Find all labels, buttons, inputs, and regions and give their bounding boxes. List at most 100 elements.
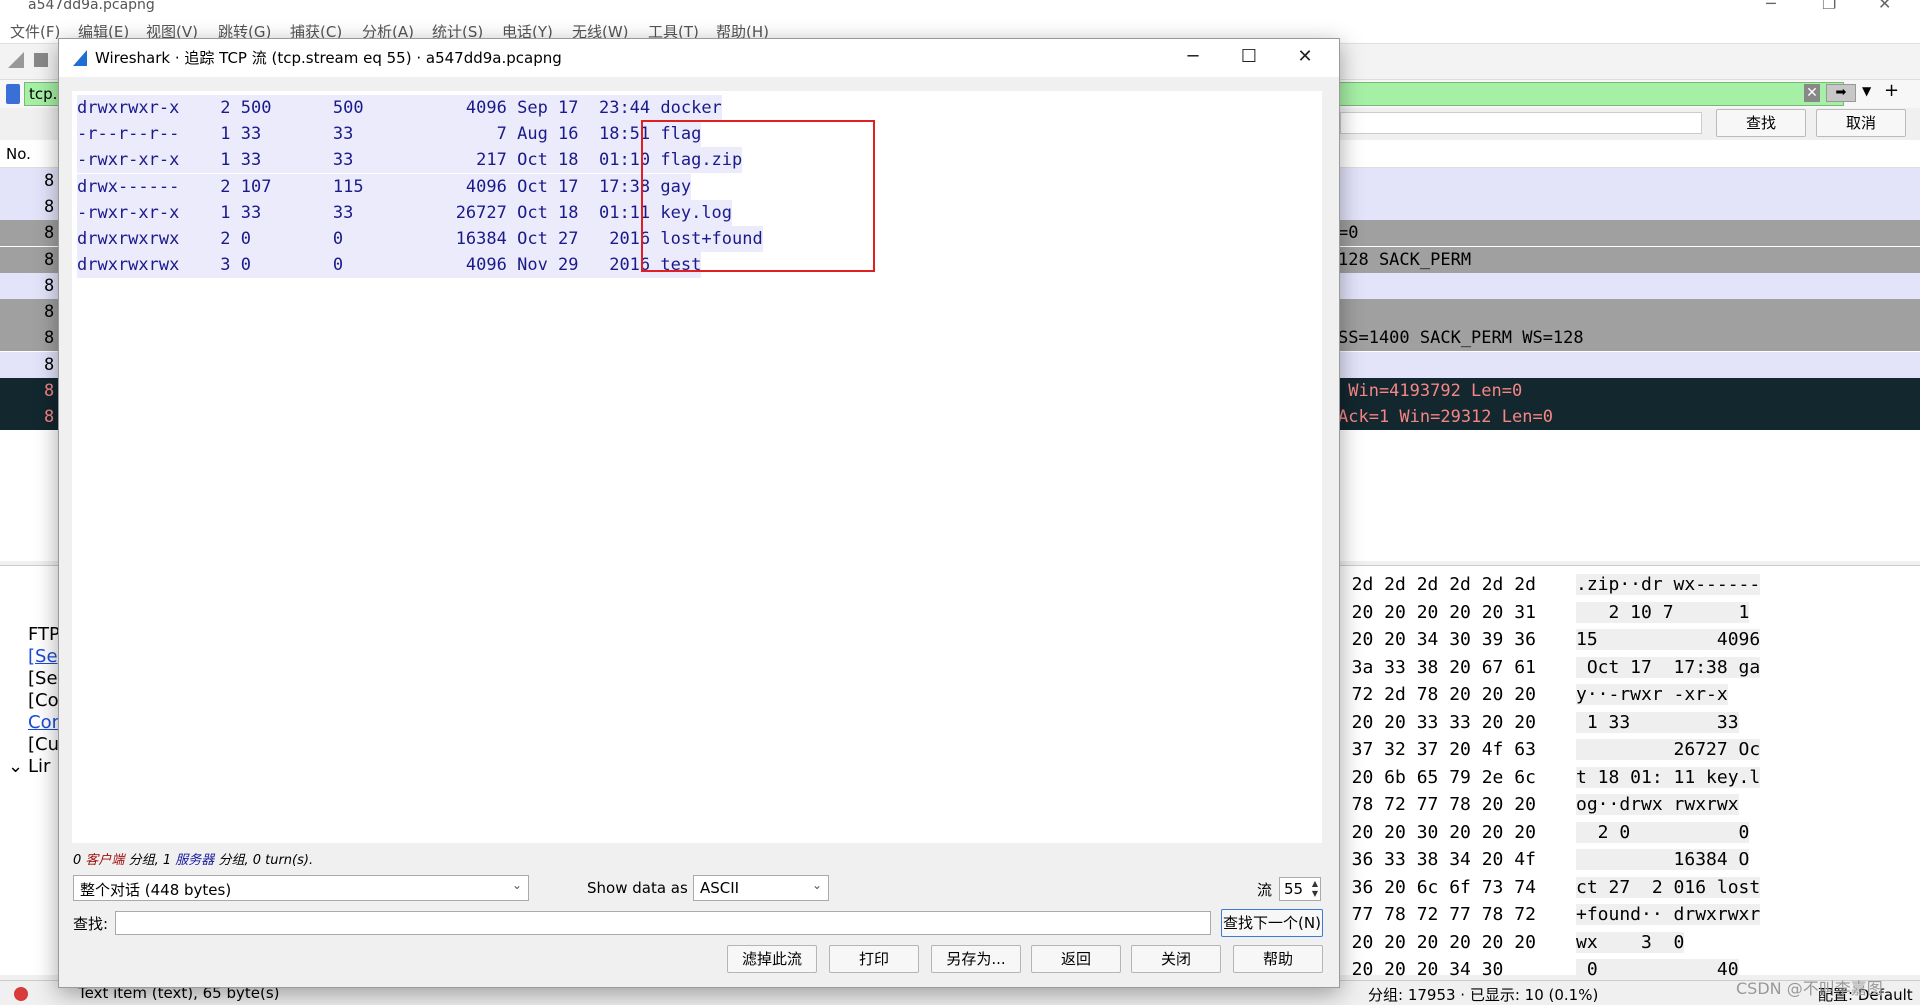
cancel-button[interactable]: 取消 [1816,109,1906,137]
detail-item[interactable]: [Cu [28,734,59,755]
conversation-select[interactable]: 整个对话 (448 bytes) ⌄ [73,875,529,901]
hex-bytes[interactable]: 3 2d 2d 2d 2d 2d 2d [1330,574,1536,595]
bookmark-icon[interactable] [6,84,20,104]
hex-bytes[interactable]: 0 20 20 33 33 20 20 [1330,712,1536,733]
expand-arrow-icon[interactable]: ⌄ [8,756,23,777]
find-next-button[interactable]: 查找下一个(N) [1221,909,1323,937]
detail-item[interactable]: Lir [28,756,50,777]
save-as-button[interactable]: 另存为... [931,945,1021,973]
stream-line: -rwxr-xr-x 1 33 33 26727 Oct 18 01:11 ke… [77,199,733,226]
stop-icon[interactable] [34,53,48,67]
hex-ascii[interactable]: 2 10 7 1 [1576,601,1750,623]
detail-item[interactable]: [Se [28,668,58,689]
show-data-value: ASCII [700,879,740,897]
highlight-box [641,120,875,272]
stream-line: drwx------ 2 107 115 4096 Oct 17 17:38 g… [77,173,692,200]
close-icon[interactable]: ✕ [1878,0,1891,13]
packet-info: =0 [1338,223,1359,243]
dialog-minimize-icon[interactable]: ─ [1173,43,1213,71]
hex-bytes[interactable]: 0 20 20 30 20 20 20 [1330,822,1536,843]
hex-bytes[interactable]: 0 20 20 20 20 20 20 [1330,932,1536,953]
hex-bytes[interactable]: 0 20 20 20 34 30 [1330,959,1503,980]
packet-find-input[interactable] [1340,112,1702,134]
hex-bytes[interactable]: 5 37 32 37 20 4f 63 [1330,739,1536,760]
spin-up-icon[interactable]: ▲ [1312,879,1318,888]
apply-filter-icon[interactable]: ➡ [1826,84,1856,102]
hex-bytes[interactable]: 7 3a 33 38 20 67 61 [1330,657,1536,678]
hex-bytes[interactable]: 0 20 20 34 30 39 36 [1330,629,1536,650]
stream-label: 流 [1257,881,1273,899]
dialog-title: Wireshark · 追踪 TCP 流 (tcp.stream eq 55) … [95,49,562,67]
dialog-maximize-icon[interactable]: ☐ [1229,43,1269,71]
find-button[interactable]: 查找 [1716,109,1806,137]
stream-line: drwxrwxrwx 3 0 0 4096 Nov 29 2016 test [77,252,702,279]
find-label: 查找: [73,915,109,933]
hex-ascii[interactable]: +found·· drwxrwxr [1576,904,1761,925]
spin-down-icon[interactable]: ▼ [1312,889,1318,898]
packet-no: 8 [44,407,55,427]
packet-info: Ack=1 Win=29312 Len=0 [1338,407,1553,427]
back-button[interactable]: 返回 [1031,945,1121,973]
hex-bytes[interactable]: 2 77 78 72 77 78 72 [1330,904,1536,925]
hex-ascii[interactable]: 16384 O [1576,849,1750,870]
menu-item[interactable]: 文件(F) [10,21,60,42]
client-count: 0 [73,853,82,868]
hex-bytes[interactable]: 3 72 2d 78 20 20 20 [1330,684,1536,705]
packet-no: 8 [44,328,55,348]
client-unit: 分组, [128,853,159,868]
stream-number-value: 55 [1284,880,1304,898]
show-data-label: Show data as [587,879,688,897]
hex-bytes[interactable]: 7 78 72 77 78 20 20 [1330,794,1536,815]
stream-line: -r--r--r-- 1 33 33 7 Aug 16 18:51 flag [77,121,702,148]
server-unit: 分组, [218,853,249,868]
follow-tcp-stream-dialog: Wireshark · 追踪 TCP 流 (tcp.stream eq 55) … [58,38,1340,988]
fin-icon[interactable] [8,52,24,68]
detail-item[interactable]: FTP [28,624,60,645]
turn-count: 0 turn(s). [252,853,314,868]
hex-ascii[interactable]: wx 3 0 [1576,931,1685,953]
show-data-select[interactable]: ASCII ⌄ [693,875,829,901]
stream-line: drwxrwxr-x 2 500 500 4096 Sep 17 23:44 d… [77,95,722,121]
hex-ascii[interactable]: 26727 Oc [1576,739,1761,760]
find-input[interactable] [115,911,1211,935]
column-no[interactable]: No. [6,145,31,163]
print-button[interactable]: 打印 [829,945,919,973]
minimize-icon[interactable]: ─ [1766,0,1776,13]
hex-bytes[interactable]: 0 20 20 20 20 20 31 [1330,602,1536,623]
hex-ascii[interactable]: 1 33 33 [1576,711,1739,733]
close-button[interactable]: 关闭 [1131,945,1221,973]
hex-ascii[interactable]: .zip··dr wx------ [1576,574,1761,595]
stream-stats: 0 客户端 分组, 1 服务器 分组, 0 turn(s). [73,849,313,868]
hex-ascii[interactable]: og··drwx rwxrwx [1576,794,1739,815]
help-button[interactable]: 帮助 [1233,945,1323,973]
packet-no: 8 [44,223,55,243]
hex-ascii[interactable]: y··-rwxr -xr-x [1576,684,1728,705]
status-packet-count: 分组: 17953 · 已显示: 10 (0.1%) [1368,986,1599,1004]
packet-no: 8 [44,381,55,401]
hex-ascii[interactable]: 2 0 0 [1576,821,1750,843]
hex-ascii[interactable]: ct 27 2 016 lost [1576,876,1761,898]
hex-ascii[interactable]: 0 40 [1576,959,1739,980]
server-count: 1 [162,853,172,868]
packet-no: 8 [44,197,55,217]
hex-bytes[interactable]: 1 20 6b 65 79 2e 6c [1330,767,1536,788]
filter-out-button[interactable]: 滤掉此流 [727,945,817,973]
packet-no: 8 [44,250,55,270]
dialog-title-bar: Wireshark · 追踪 TCP 流 (tcp.stream eq 55) … [59,39,1339,77]
stream-number-spinner[interactable]: 55 ▲ ▼ [1279,877,1321,901]
capture-status-icon[interactable] [14,987,28,1001]
clear-filter-icon[interactable]: ✕ [1804,84,1820,102]
packet-info: SS=1400 SACK_PERM WS=128 [1338,328,1584,348]
dialog-close-icon[interactable]: ✕ [1285,43,1325,71]
filter-dropdown-icon[interactable]: ▼ [1862,84,1871,98]
add-filter-icon[interactable]: + [1884,80,1899,101]
hex-ascii[interactable]: 15 4096 [1576,629,1761,650]
hex-bytes[interactable]: 1 36 33 38 34 20 4f [1330,849,1536,870]
server-label: 服务器 [175,853,215,868]
maximize-icon[interactable]: ❐ [1822,0,1836,13]
detail-item[interactable]: [Co [28,690,59,711]
detail-item[interactable]: [Se [28,646,58,667]
hex-bytes[interactable]: 1 36 20 6c 6f 73 74 [1330,877,1536,898]
hex-ascii[interactable]: Oct 17 17:38 ga [1576,656,1761,678]
hex-ascii[interactable]: t 18 01: 11 key.l [1576,766,1761,788]
